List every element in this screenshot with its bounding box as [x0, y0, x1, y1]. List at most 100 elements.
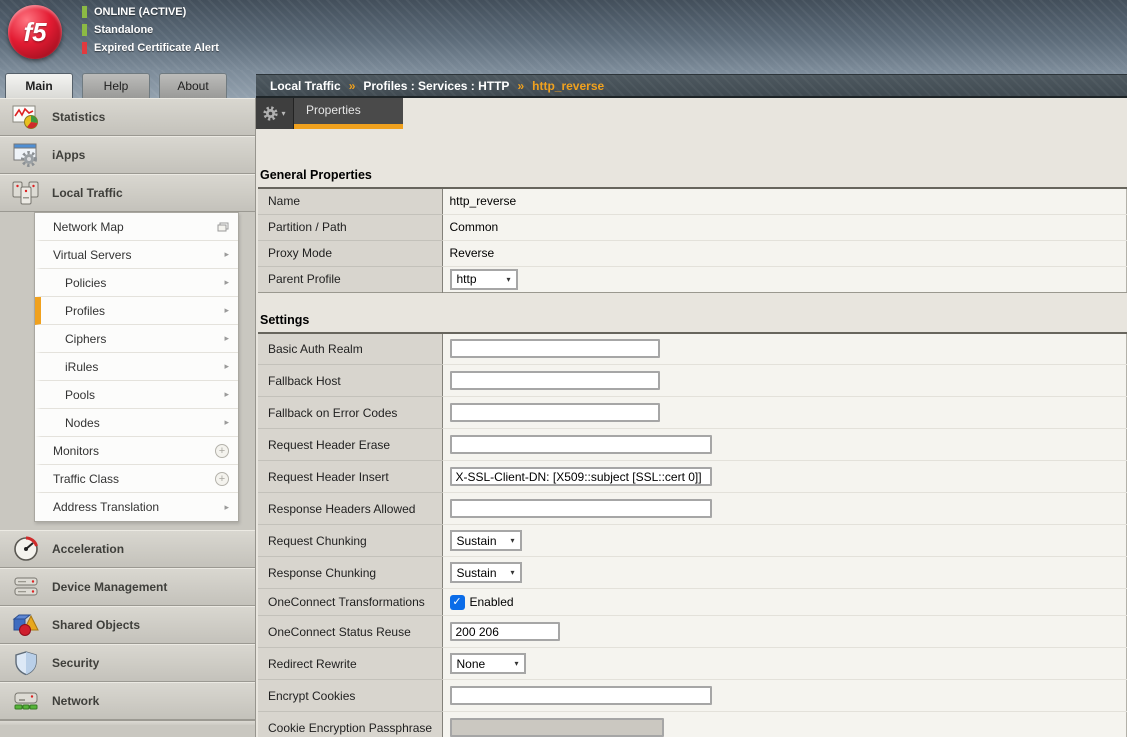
status-label: Expired Certificate Alert: [94, 42, 219, 54]
sidebar-item-device-management[interactable]: Device Management: [0, 568, 255, 606]
acceleration-icon: [10, 534, 42, 564]
property-label: Request Chunking: [258, 525, 442, 557]
request-chunking-select[interactable]: Sustain▾: [450, 530, 522, 551]
sidebar-item-label: Network: [52, 694, 99, 708]
statistics-icon: [10, 102, 42, 132]
sidebar-item-label: iApps: [52, 148, 85, 162]
oneconnect-transformations-checkbox[interactable]: ✓: [450, 595, 465, 610]
property-label: Name: [258, 188, 442, 214]
sidebar-item-security[interactable]: Security: [0, 644, 255, 682]
sidebar-item-shared-objects[interactable]: Shared Objects: [0, 606, 255, 644]
name-value: http_reverse: [450, 194, 517, 208]
sidebar-item-local-traffic[interactable]: Local Traffic: [0, 174, 255, 212]
fallback-on-error-codes-input[interactable]: [450, 403, 660, 422]
encrypt-cookies-input[interactable]: [450, 686, 712, 705]
tab-properties[interactable]: Properties: [294, 98, 403, 129]
redirect-rewrite-select[interactable]: None▾: [450, 653, 526, 674]
main-content: ▾ Properties General Properties Name http…: [256, 98, 1127, 737]
property-value-cell: [442, 461, 1127, 493]
property-value-cell: [442, 680, 1127, 712]
sidebar-item-network[interactable]: Network: [0, 682, 255, 720]
property-label: Response Chunking: [258, 557, 442, 589]
f5-logo-text: f5: [23, 17, 46, 48]
local-traffic-icon: [10, 178, 42, 208]
property-value-cell: [442, 333, 1127, 365]
chevron-down-icon: ▾: [281, 109, 285, 118]
status-indicator-green: [82, 24, 87, 36]
tab-properties-label: Properties: [294, 98, 403, 124]
section-title: Settings: [260, 313, 1127, 327]
property-row-partition-path: Partition / PathCommon: [258, 214, 1127, 240]
sidebar-subitem-ciphers[interactable]: Ciphers▸: [35, 325, 238, 353]
chevron-right-icon: ▸: [224, 417, 229, 428]
tab-main[interactable]: Main: [5, 73, 73, 98]
sidebar-subitem-label: iRules: [65, 360, 98, 374]
plus-circle-icon: +: [215, 472, 229, 486]
general-properties-table: Name http_reverse Partition / PathCommonPr…: [258, 187, 1127, 293]
chevron-down-icon: ▾: [510, 536, 514, 545]
section-title: General Properties: [260, 168, 1127, 182]
sidebar-subitem-profiles[interactable]: Profiles ▸: [35, 297, 238, 325]
fallback-host-input[interactable]: [450, 371, 660, 390]
oneconnect-status-reuse-input[interactable]: [450, 622, 560, 641]
property-value-cell: [442, 712, 1127, 737]
sidebar-subitem-traffic-class[interactable]: Traffic Class+: [35, 465, 238, 493]
request-header-insert-input[interactable]: [450, 467, 712, 486]
tab-help[interactable]: Help: [82, 73, 150, 98]
sidebar-item-label: Local Traffic: [52, 186, 123, 200]
property-label: Fallback Host: [258, 365, 442, 397]
sidebar-subitem-network-map[interactable]: Network Map: [35, 213, 238, 241]
property-value-cell: [442, 429, 1127, 461]
property-row-oneconnect-status-reuse: OneConnect Status Reuse: [258, 616, 1127, 648]
partition-path-value: Common: [450, 220, 499, 234]
chevron-right-icon: ▸: [224, 305, 229, 316]
request-header-erase-input[interactable]: [450, 435, 712, 454]
basic-auth-realm-input[interactable]: [450, 339, 660, 358]
sidebar-item-label: Shared Objects: [52, 618, 140, 632]
sidebar-item-statistics[interactable]: Statistics: [0, 98, 255, 136]
sidebar: Statistics iApps Local Traffic Network Map V…: [0, 98, 256, 737]
shared-objects-icon: [10, 610, 42, 640]
sidebar-subitem-pools[interactable]: Pools▸: [35, 381, 238, 409]
breadcrumb-current: http_reverse: [532, 79, 604, 93]
nav-tabs: Main Help About: [0, 70, 256, 98]
f5-logo[interactable]: f5: [8, 5, 62, 59]
sidebar-subitem-label: Profiles: [65, 304, 105, 318]
sidebar-subitem-nodes[interactable]: Nodes▸: [35, 409, 238, 437]
sidebar-item-label: Statistics: [52, 110, 105, 124]
property-value-cell: Sustain▾: [442, 557, 1127, 589]
sidebar-subitem-label: Monitors: [53, 444, 99, 458]
property-label: Proxy Mode: [258, 240, 442, 266]
sidebar-subitem-irules[interactable]: iRules ▸: [35, 353, 238, 381]
device-management-icon: [10, 572, 42, 602]
sidebar-item-label: Device Management: [52, 580, 167, 594]
property-label: Encrypt Cookies: [258, 680, 442, 712]
sidebar-item-acceleration[interactable]: Acceleration: [0, 530, 255, 568]
response-headers-allowed-input[interactable]: [450, 499, 712, 518]
sidebar-subitem-virtual-servers[interactable]: Virtual Servers▸: [35, 241, 238, 269]
settings-section: Settings Basic Auth RealmFallback HostFa…: [258, 313, 1127, 737]
sidebar-item-iapps[interactable]: iApps: [0, 136, 255, 174]
property-value-cell: [442, 397, 1127, 429]
select-value: http: [457, 272, 477, 286]
settings-table: Basic Auth RealmFallback HostFallback on…: [258, 332, 1127, 737]
property-label: OneConnect Status Reuse: [258, 616, 442, 648]
chevron-right-icon: ▸: [224, 361, 229, 372]
property-value-cell: Sustain▾: [442, 525, 1127, 557]
sidebar-subitem-policies[interactable]: Policies▸: [35, 269, 238, 297]
sidebar-subitem-label: Network Map: [53, 220, 124, 234]
response-chunking-select[interactable]: Sustain▾: [450, 562, 522, 583]
property-value-cell: [442, 616, 1127, 648]
tab-about[interactable]: About: [159, 73, 227, 98]
property-value-cell: Common: [442, 214, 1127, 240]
property-label: Response Headers Allowed: [258, 493, 442, 525]
sidebar-subitem-monitors[interactable]: Monitors+: [35, 437, 238, 465]
property-label: Redirect Rewrite: [258, 648, 442, 680]
property-row-request-chunking: Request Chunking Sustain▾: [258, 525, 1127, 557]
sidebar-subitem-address-translation[interactable]: Address Translation▸: [35, 493, 238, 521]
gear-icon: [263, 106, 278, 121]
property-row-parent-profile: Parent Profilehttp▾: [258, 266, 1127, 292]
nav-row: Main Help About Local Traffic » Profiles…: [0, 70, 1127, 98]
parent-profile-select[interactable]: http▾: [450, 269, 518, 290]
gear-menu-button[interactable]: ▾: [256, 98, 294, 129]
